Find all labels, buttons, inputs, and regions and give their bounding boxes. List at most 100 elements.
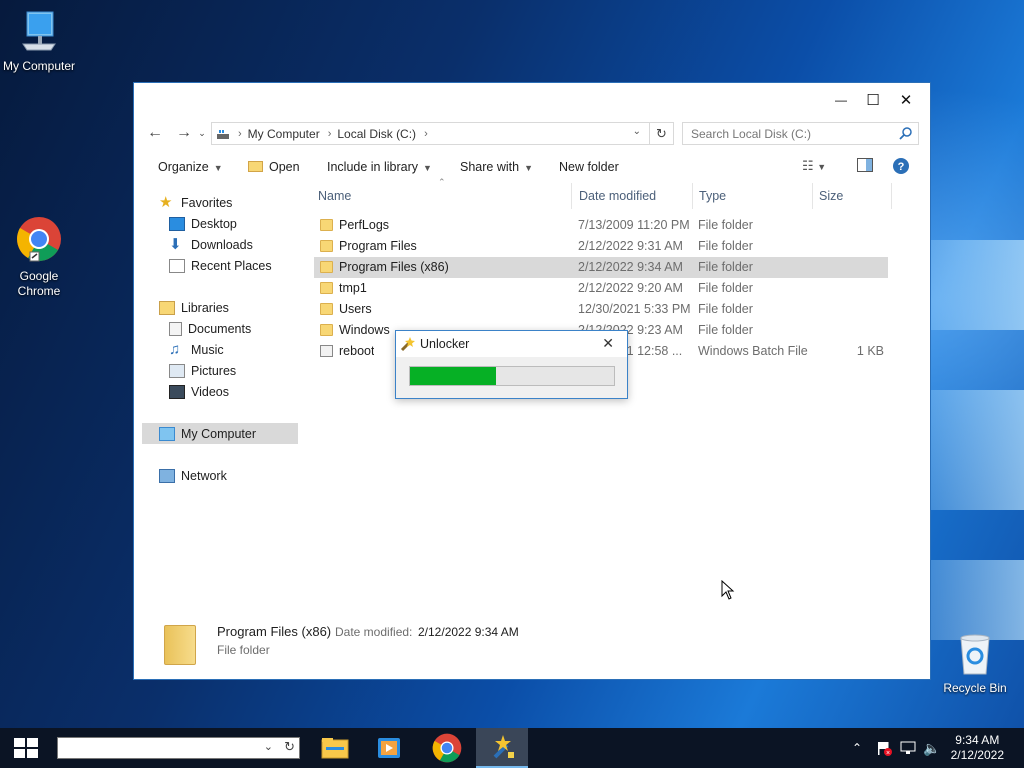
desktop-icon-my-computer[interactable]: My Computer [0,10,78,73]
include-in-library-button[interactable]: Include in library ▼ [327,160,432,174]
row-name: PerfLogs [339,218,390,232]
breadcrumb-chevron-icon[interactable]: › [424,128,428,140]
tray-overflow-chevron-icon[interactable]: ⌃ [848,728,866,768]
folder-icon [320,303,333,315]
row-name: Program Files [339,239,417,253]
desktop-icon-recycle-bin[interactable]: Recycle Bin [936,632,1014,695]
search-icon[interactable] [899,127,912,140]
computer-small-icon [217,129,229,139]
breadcrumb-my-computer[interactable]: My Computer [248,127,320,141]
folder-icon [320,261,333,273]
nav-network[interactable]: Network [159,465,227,486]
table-row-selected[interactable]: Program Files (x86) 2/12/2022 9:34 AM Fi… [314,257,888,278]
column-date-modified[interactable]: Date modified [575,183,693,209]
nav-documents[interactable]: Documents [169,318,251,339]
nav-my-computer[interactable]: My Computer [142,423,298,444]
close-button[interactable]: ✕ [889,83,923,117]
row-size: 1 KB [856,344,884,358]
dialog-title-bar[interactable]: Unlocker ✕ [396,331,627,357]
nav-desktop[interactable]: Desktop [169,213,237,234]
breadcrumb-chevron-icon[interactable]: › [328,128,332,140]
row-type: File folder [698,302,753,316]
address-dropdown-icon[interactable]: ⌄ [633,126,641,137]
view-options-icon[interactable]: ☷ ▼ [802,158,826,174]
command-bar: Organize ▼ Open Include in library ▼ Share… [134,155,930,181]
chrome-icon [432,733,462,763]
nav-libraries[interactable]: Libraries [159,297,229,318]
svg-text:?: ? [898,161,905,173]
nav-favorites[interactable]: ★ Favorites [159,192,232,213]
unlocker-wand-icon [400,337,415,352]
recent-locations-chevron-icon[interactable]: ⌄ [196,123,208,143]
table-row[interactable]: Users 12/30/2021 5:33 PM File folder [314,299,888,320]
unlocker-dialog[interactable]: Unlocker ✕ [395,330,628,399]
title-bar[interactable]: — ☐ ✕ [134,83,930,117]
volume-icon[interactable]: 🔈 [922,728,942,768]
nav-videos[interactable]: Videos [169,381,229,402]
taskbar-search-dropdown-icon[interactable]: ⌄ [264,740,273,753]
taskbar-media-player[interactable] [363,728,415,768]
action-center-flag-icon[interactable]: × [874,728,894,768]
taskbar-file-explorer[interactable] [309,728,361,768]
breadcrumb-chevron-icon[interactable]: › [238,128,242,140]
row-type: File folder [698,281,753,295]
folder-icon [320,240,333,252]
sort-chevron-up-icon: ⌃ [438,177,446,187]
column-type[interactable]: Type [695,183,813,209]
row-name: tmp1 [339,281,367,295]
nav-pictures[interactable]: Pictures [169,360,236,381]
search-input[interactable]: Search Local Disk (C:) [682,122,919,145]
dialog-title: Unlocker [420,337,470,351]
open-button[interactable]: Open [248,160,300,174]
taskbar-search-input[interactable]: ⌄ ↻ [57,737,300,759]
table-row[interactable]: tmp1 2/12/2022 9:20 AM File folder [314,278,888,299]
new-folder-button[interactable]: New folder [559,160,619,174]
download-arrow-icon: ⬇ [169,235,182,253]
open-label: Open [269,160,300,174]
clock-time: 9:34 AM [955,733,1000,747]
organize-label: Organize [158,160,209,174]
address-bar[interactable]: › My Computer › Local Disk (C:) › ⌄ ↻ [211,122,674,145]
table-row[interactable]: Program Files 2/12/2022 9:31 AM File fol… [314,236,888,257]
back-arrow-icon[interactable]: ← [145,123,165,143]
clock-date: 2/12/2022 [950,748,1004,762]
table-row[interactable]: PerfLogs 7/13/2009 11:20 PM File folder [314,215,888,236]
taskbar-unlocker[interactable] [476,728,528,768]
maximize-button[interactable]: ☐ [856,83,890,117]
recycle-bin-icon [960,634,990,675]
taskbar-refresh-icon[interactable]: ↻ [284,739,295,755]
desktop-icon [169,216,185,231]
network-tray-icon[interactable] [898,728,918,768]
computer-icon [159,426,175,441]
breadcrumb-local-disk[interactable]: Local Disk (C:) [337,127,416,141]
nav-music[interactable]: ♫ Music [169,339,224,360]
share-with-button[interactable]: Share with ▼ [460,160,533,174]
batch-file-icon [320,345,333,357]
row-date: 7/13/2009 11:20 PM [578,218,690,232]
documents-icon [169,321,182,336]
refresh-icon[interactable]: ↻ [649,123,673,144]
unlocker-wand-icon [493,735,514,759]
nav-label: Favorites [181,195,233,210]
row-name: Windows [339,323,390,337]
column-size[interactable]: Size [815,183,892,209]
search-placeholder: Search Local Disk (C:) [691,127,812,141]
forward-arrow-icon[interactable]: → [174,123,194,143]
taskbar-clock[interactable]: 9:34 AM 2/12/2022 [951,733,1004,763]
nav-label: Recent Places [191,258,272,273]
folder-icon [320,282,333,294]
preview-pane-icon[interactable] [857,158,873,175]
nav-label: My Computer [181,426,257,441]
minimize-button[interactable]: — [824,83,858,117]
nav-recent-places[interactable]: Recent Places [169,255,272,276]
organize-button[interactable]: Organize ▼ [158,160,223,174]
dialog-close-button[interactable]: ✕ [602,335,614,352]
row-name: Users [339,302,372,316]
help-icon[interactable]: ? [892,157,910,178]
nav-label: Documents [188,321,252,336]
progress-fill [410,367,496,385]
start-button[interactable] [0,728,52,768]
taskbar-chrome[interactable] [421,728,473,768]
desktop-icon-google-chrome[interactable]: Google Chrome [0,216,78,299]
nav-downloads[interactable]: ⬇ Downloads [169,234,253,255]
